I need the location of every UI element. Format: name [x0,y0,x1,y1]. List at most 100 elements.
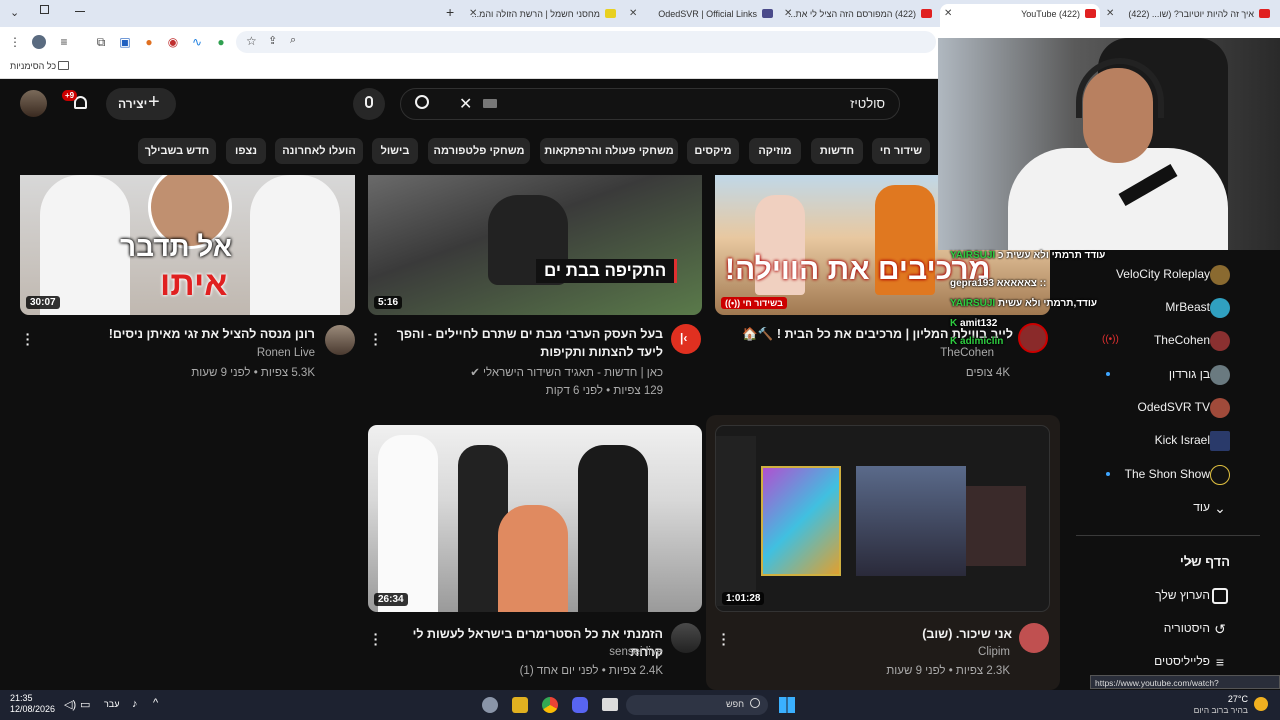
sidebar-divider [1076,535,1260,536]
new-content-dot [1106,472,1110,476]
video-menu-button[interactable]: · · · [371,627,381,651]
video-thumbnail[interactable]: 26:34 [368,425,702,612]
microphone-icon[interactable]: ♪ [132,698,138,710]
sidebar-you-header[interactable]: הדף שלי › [1080,549,1260,575]
share-icon[interactable]: ⇪ [268,34,277,47]
voice-search-button[interactable] [353,88,385,120]
new-tab-button[interactable]: + [446,4,454,20]
media-icon[interactable]: ≡ [57,35,71,49]
notifications-button[interactable]: +9 [62,90,92,116]
clock[interactable]: 21:35 12/08/2026 [10,693,55,715]
browser-tab-active[interactable]: (422) YouTube ✕ [940,4,1100,27]
channel-name[interactable]: Clipim [978,643,1010,661]
window-restore-icon[interactable] [40,5,49,14]
chip-music[interactable]: מוזיקה [749,138,801,164]
all-bookmarks-link[interactable]: כל הסימניות [10,61,56,71]
language-indicator[interactable]: עבר [104,699,119,709]
channel-avatar[interactable] [325,325,355,355]
create-button[interactable]: + יצירה [106,88,176,120]
chip-watched[interactable]: נצפו [226,138,266,164]
person-figure [378,435,438,612]
card-image [761,466,841,576]
video-duration: 1:01:28 [722,592,765,605]
channel-name[interactable]: כאן | חדשות - תאגיד השידור הישראלי ✔ [470,364,663,382]
extension-icon[interactable]: ◉ [166,35,180,49]
channel-name[interactable]: sensei live [609,643,663,661]
video-title[interactable]: רונן מנסה להציל את זגי מאיתן ניסים! [40,325,315,343]
kebab-menu-icon[interactable]: ⋮ [8,35,22,49]
live-badge: בשידור חי ((•)) [721,297,787,309]
sidebar-playlists[interactable]: ≡ פלייליסטים [1080,649,1260,675]
search-input[interactable]: סולטיז [850,96,885,111]
plus-icon: + [148,91,160,113]
chip-new-for-you[interactable]: חדש בשבילך [138,138,216,164]
network-icon[interactable]: ▭ [80,698,90,711]
video-menu-button[interactable]: · · · [23,327,33,351]
chat-message: K amit132 [950,318,998,329]
search-box: ✕ סולטיז [400,88,900,120]
windows-start-icon[interactable] [779,697,795,713]
video-menu-button[interactable]: · · · [371,327,381,351]
video-thumbnail[interactable]: 1:01:28 [715,425,1050,612]
search-icon[interactable] [415,95,429,109]
app-icon[interactable] [512,697,528,713]
video-menu-button[interactable]: · · · [719,627,729,651]
new-content-dot [1106,372,1110,376]
video-title[interactable]: בעל העסק הערבי מבת ים שתרם לחיילים - והפ… [388,325,663,361]
sidebar-show-more[interactable]: ⌄ עוד [1080,495,1260,521]
sidebar-sub-odedsvr[interactable]: OdedSVR TV [1080,395,1260,421]
video-thumbnail[interactable]: אל תדבר איתו 30:07 [20,175,355,315]
channel-avatar[interactable]: |‹ [671,324,701,354]
taskbar-search[interactable]: חפש [626,695,768,715]
user-avatar[interactable] [20,90,47,117]
browser-tab[interactable]: מחסני חשמל | הרשת הזולה והמ... ✕ [465,4,620,24]
chip-news[interactable]: חדשות [811,138,863,164]
chrome-icon[interactable] [542,697,558,713]
extension-icon[interactable]: ● [142,35,156,49]
channel-name[interactable]: Ronen Live [257,344,315,362]
sidebar-sub-shon-show[interactable]: The Shon Show [1080,462,1260,488]
chip-cooking[interactable]: בישול [372,138,418,164]
bookmark-folder-icon [58,61,69,70]
sidebar-history[interactable]: ↺ היסטוריה [1080,616,1260,642]
sidebar-your-channel[interactable]: הערוץ שלך [1080,583,1260,609]
chevron-up-icon[interactable]: ^ [153,697,158,709]
video-title[interactable]: אני שיכור. (שוב) [740,625,1012,643]
sidebar-sub-ben-gordon[interactable]: בן גורדון [1080,362,1260,388]
channel-avatar[interactable] [671,623,701,653]
stream-chat-overlay: YAIRSUJI עודד תרמתי ולא עשית כ gepra193 … [950,250,1130,360]
person-figure [498,505,568,612]
chip-mixes[interactable]: מיקסים [687,138,739,164]
window-minimize-icon[interactable] [75,11,85,12]
video-duration: 26:34 [374,593,408,606]
zoom-icon[interactable]: ⌕ [290,34,296,47]
translate-icon[interactable]: ∿ [190,35,204,49]
browser-tab[interactable]: איך זה להיות יוטיובר? (שו... (422) ✕ [1102,4,1274,24]
extension-icon[interactable]: ▣ [118,35,132,49]
profile-icon[interactable] [32,35,46,49]
channel-avatar [1210,365,1230,385]
speaker-icon[interactable]: ◁) [64,698,76,711]
chip-recently-uploaded[interactable]: הועלו לאחרונה [275,138,363,164]
settings-app-icon[interactable] [482,697,498,713]
bookmark-star-icon[interactable]: ☆ [246,34,257,48]
clear-search-icon[interactable]: ✕ [459,94,472,114]
video-thumbnail[interactable]: התקיפה בבת ים 5:16 [368,175,702,315]
file-explorer-icon[interactable] [602,698,618,711]
sidebar-sub-kick-israel[interactable]: Kick Israel [1080,428,1260,454]
browser-menu-icon[interactable]: ⌄ [10,6,19,19]
browser-tab[interactable]: (422) המפורסם הזה הציל לי את... ✕ [780,4,936,24]
facecam [856,466,966,576]
chip-platform-games[interactable]: משחקי פלטפורמה [428,138,530,164]
channel-avatar[interactable] [1019,623,1049,653]
discord-icon[interactable] [572,697,588,713]
chip-live[interactable]: שידור חי [872,138,930,164]
chip-action-games[interactable]: משחקי פעולה והרפתקאות [540,138,678,164]
extensions-icon[interactable]: ⧉ [94,35,108,49]
keyboard-icon[interactable] [483,99,497,108]
webcam-overlay [938,38,1280,250]
address-bar[interactable]: ☆ ⇪ ⌕ [236,31,936,53]
weather-widget[interactable]: 27°C בהיר ברוב היום [1158,693,1268,717]
browser-tab[interactable]: OdedSVR | Official Links ✕ [625,4,777,24]
extension-icon[interactable]: ● [214,35,228,49]
